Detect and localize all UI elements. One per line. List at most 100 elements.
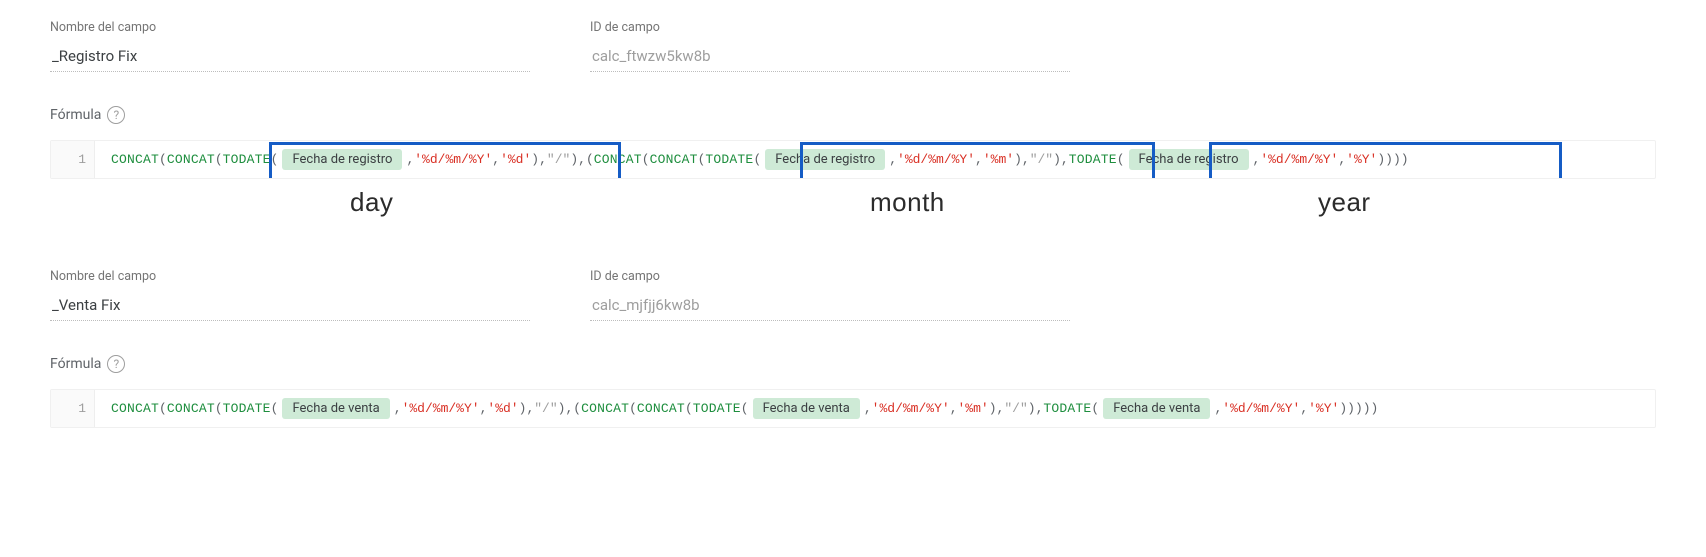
field-name-group: Nombre del campo (50, 20, 530, 72)
func-todate: TODATE (705, 152, 753, 167)
comma: , (889, 152, 897, 167)
dimension-chip[interactable]: Fecha de registro (765, 149, 885, 170)
paren: ( (629, 401, 637, 416)
paren: ) (989, 401, 997, 416)
paren: ) (1377, 152, 1385, 167)
help-icon[interactable]: ? (107, 106, 125, 124)
field-meta-row: Nombre del campo ID de campo (50, 269, 1656, 321)
string-fmt: '%d/%m/%Y' (414, 152, 492, 167)
paren: ) (1339, 401, 1347, 416)
paren: ( (698, 152, 706, 167)
field-name-input[interactable] (50, 292, 530, 321)
func-todate: TODATE (223, 152, 271, 167)
annotation-month: month (870, 187, 945, 218)
comma: , (1036, 401, 1044, 416)
func-concat: CONCAT (167, 401, 215, 416)
annotation-day: day (350, 187, 393, 218)
dimension-chip[interactable]: Fecha de venta (282, 398, 389, 419)
comma: , (997, 401, 1005, 416)
comma: , (578, 152, 586, 167)
paren: ( (586, 152, 594, 167)
dimension-chip[interactable]: Fecha de registro (1129, 149, 1249, 170)
field-name-input[interactable] (50, 43, 530, 72)
func-concat: CONCAT (167, 152, 215, 167)
paren: ) (1028, 401, 1036, 416)
string-fmt: '%d/%m/%Y' (402, 401, 480, 416)
formula-editor-venta[interactable]: 1 CONCAT(CONCAT( TODATE(Fecha de venta, … (50, 389, 1656, 428)
string-year: '%Y' (1346, 152, 1377, 167)
comma: , (1253, 152, 1261, 167)
paren: ( (215, 152, 223, 167)
func-concat: CONCAT (581, 401, 629, 416)
formula-line[interactable]: CONCAT(CONCAT( TODATE(Fecha de venta, '%… (51, 390, 1655, 427)
calculated-field-venta: Nombre del campo ID de campo Fórmula ? 1… (0, 269, 1706, 428)
func-concat: CONCAT (111, 152, 159, 167)
string-fmt: '%d/%m/%Y' (872, 401, 950, 416)
comma: , (480, 401, 488, 416)
paren: ( (159, 401, 167, 416)
help-icon[interactable]: ? (107, 355, 125, 373)
paren: ( (741, 401, 749, 416)
string-day: '%d' (487, 401, 518, 416)
annotation-row: day month year (50, 179, 1656, 229)
string-month: '%m' (958, 401, 989, 416)
comma: , (394, 401, 402, 416)
comma: , (565, 401, 573, 416)
field-id-input (590, 43, 1070, 72)
paren: ( (271, 152, 279, 167)
field-id-input (590, 292, 1070, 321)
formula-header: Fórmula ? (50, 106, 1656, 124)
formula-label: Fórmula (50, 356, 101, 372)
paren: ) (570, 152, 578, 167)
comma: , (492, 152, 500, 167)
paren: ) (1053, 152, 1061, 167)
field-id-group: ID de campo (590, 20, 1070, 72)
comma: , (539, 152, 547, 167)
func-todate: TODATE (1043, 401, 1091, 416)
comma: , (1061, 152, 1069, 167)
comma: , (1214, 401, 1222, 416)
func-todate: TODATE (693, 401, 741, 416)
field-id-label: ID de campo (590, 20, 1070, 35)
paren: ( (1091, 401, 1099, 416)
formula-header: Fórmula ? (50, 355, 1656, 373)
comma: , (1022, 152, 1030, 167)
field-name-label: Nombre del campo (50, 269, 530, 284)
string-slash: "/" (547, 152, 570, 167)
comma: , (864, 401, 872, 416)
string-fmt: '%d/%m/%Y' (1222, 401, 1300, 416)
comma: , (1300, 401, 1308, 416)
comma: , (526, 401, 534, 416)
paren: ) (1014, 152, 1022, 167)
func-todate: TODATE (223, 401, 271, 416)
paren: ) (558, 401, 566, 416)
annotation-year: year (1318, 187, 1371, 218)
comma: , (1338, 152, 1346, 167)
dimension-chip[interactable]: Fecha de venta (1103, 398, 1210, 419)
func-concat: CONCAT (594, 152, 642, 167)
field-id-label: ID de campo (590, 269, 1070, 284)
paren: ( (642, 152, 650, 167)
dimension-chip[interactable]: Fecha de venta (753, 398, 860, 419)
dimension-chip[interactable]: Fecha de registro (282, 149, 402, 170)
paren: ( (573, 401, 581, 416)
paren: ( (159, 152, 167, 167)
string-slash: "/" (1030, 152, 1053, 167)
string-month: '%m' (983, 152, 1014, 167)
field-name-group: Nombre del campo (50, 269, 530, 321)
comma: , (975, 152, 983, 167)
comma: , (406, 152, 414, 167)
string-year: '%Y' (1308, 401, 1339, 416)
paren-close: ))) (1385, 152, 1408, 167)
paren: ( (685, 401, 693, 416)
paren: ( (271, 401, 279, 416)
func-concat: CONCAT (111, 401, 159, 416)
formula-line[interactable]: CONCAT(CONCAT( TODATE(Fecha de registro,… (51, 141, 1655, 178)
string-fmt: '%d/%m/%Y' (897, 152, 975, 167)
paren-close: )))) (1347, 401, 1378, 416)
string-day: '%d' (500, 152, 531, 167)
formula-editor-registro[interactable]: 1 CONCAT(CONCAT( TODATE(Fecha de registr… (50, 140, 1656, 179)
string-fmt: '%d/%m/%Y' (1260, 152, 1338, 167)
string-slash: "/" (1004, 401, 1027, 416)
func-concat: CONCAT (650, 152, 698, 167)
